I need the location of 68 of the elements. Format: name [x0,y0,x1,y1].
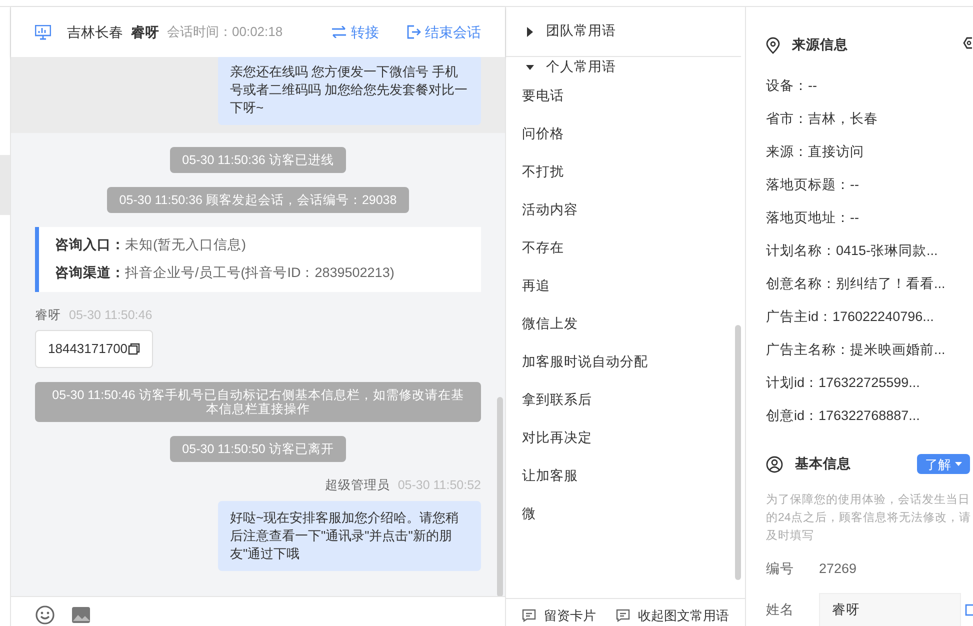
session-duration: 会话时间：00:02:18 [167,23,283,42]
phrase-item[interactable]: 让加客服 [506,457,745,496]
emoji-icon[interactable] [35,604,55,624]
caret-right-icon [526,26,534,36]
image-icon[interactable] [71,606,91,624]
name-field[interactable]: 睿呀 [819,592,961,626]
message-icon [616,609,630,622]
source-info-row-text: 来源：直接访问 [766,142,865,161]
caret-down-icon [526,63,534,72]
info-label: 咨询入口： [55,236,125,254]
source-info-row-text: 落地页标题：-- [766,176,860,194]
location-text: 吉林长春 [67,22,123,42]
caret-down-icon [955,462,962,467]
scrollbar[interactable] [735,325,741,580]
phrase-item[interactable]: 问价格 [506,115,745,154]
visitor-name: 睿呀 [131,22,159,42]
source-info-row-text: 创意id：176322768887... [766,406,921,425]
phrase-item[interactable]: 微信上发 [506,305,745,344]
field-value: 27269 [819,560,857,578]
source-info-row-text: 省市：吉林，长春 [766,110,879,128]
system-notice: 05-30 11:50:36 访客已进线 [170,147,346,173]
phrase-item[interactable]: 不打扰 [506,153,745,192]
info-value: 未知(暂无入口信息) [125,236,246,254]
exit-icon [407,25,421,39]
location-pin-icon [766,36,780,54]
phrase-item[interactable]: 再追 [506,267,745,306]
scrollbar[interactable] [497,397,503,596]
message-time: 05-30 11:50:52 [398,476,481,494]
sender-name: 超级管理员 [324,476,390,494]
info-value: 抖音企业号/员工号(抖音号ID：2839502213) [125,264,394,282]
source-info-row-text: 落地页地址：-- [766,208,860,227]
phrase-item[interactable]: 微 [506,495,745,534]
message-time: 05-30 11:50:46 [69,306,152,324]
source-info-row-text: 广告主名称：提米映画婚前... [766,340,946,359]
footer-button[interactable]: 收起图文常用语 [616,606,729,626]
tag-icon[interactable] [963,36,972,50]
monitor-icon [35,24,51,40]
system-notice: 05-30 11:50:46 访客手机号已自动标记右侧基本信息栏，如需修改请在基本信息栏直接操作 [35,382,481,422]
field-label: 姓名 [766,600,795,619]
source-info-row-text: 计划id：176322725599... [766,374,921,392]
phrase-group-header[interactable]: 团队常用语 [506,7,741,57]
source-info-row-text: 广告主id：176022240796... [766,308,935,326]
phrase-item[interactable]: 活动内容 [506,191,745,230]
info-label: 咨询渠道： [55,264,125,282]
footer-button[interactable]: 留资卡片 [522,606,596,626]
sender-name: 睿呀 [35,306,61,324]
message-bubble: 好哒~现在安排客服加您介绍哈。请您稍后注意查看一下"通讯录"并点击"新的朋友"通过下哦 [218,500,481,570]
phrase-item[interactable]: 不存在 [506,229,745,268]
system-notice: 05-30 11:50:36 顾客发起会话，会话编号：29038 [107,187,409,213]
section-title: 基本信息 [795,455,852,474]
system-notice: 05-30 11:50:50 访客已离开 [170,436,346,462]
section-title: 来源信息 [792,36,848,54]
notice-text: 为了保障您的使用体验，会话发生当日的24点之后，顾客信息将无法修改，请及时填写 [766,492,972,544]
phrase-item[interactable]: 对比再决定 [506,419,745,458]
message-icon [522,609,536,622]
message-bubble: 亲您还在线吗 您方便发一下微信号 手机号或者二维码吗 加您给您先发套餐对比一下呀~ [218,57,481,125]
phrase-group-header[interactable]: 个人常用语 [506,57,745,78]
source-info-row-text: 创意名称：别纠结了！看看... [766,274,946,293]
user-icon [766,456,783,473]
source-info-row-text: 设备：-- [766,76,818,95]
phone-number: 18443171700 [48,340,128,358]
copy-icon[interactable] [128,343,140,355]
phrase-item[interactable]: 加客服时说自动分配 [506,343,745,382]
phrase-item[interactable]: 拿到联系后 [506,381,745,420]
swap-arrows-icon [331,26,347,38]
field-label: 编号 [766,560,795,578]
source-info-row-text: 计划名称：0415-张琳同款... [766,242,939,260]
phrase-item[interactable]: 要电话 [506,77,745,116]
